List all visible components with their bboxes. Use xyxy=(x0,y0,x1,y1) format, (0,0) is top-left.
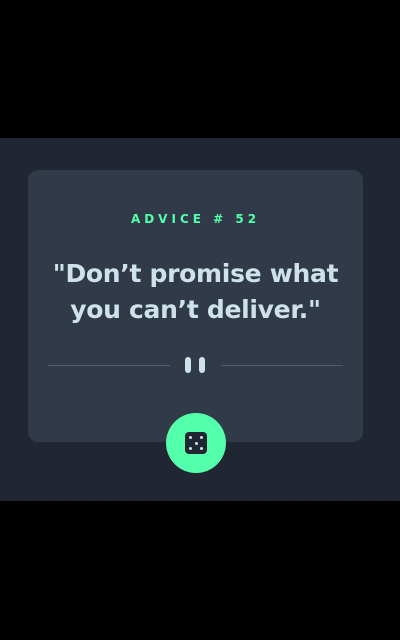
divider-line-left xyxy=(48,365,170,366)
pause-bar-left xyxy=(185,357,191,373)
pause-bar-right xyxy=(199,357,205,373)
advice-card: ADVICE # 52 "Don’t promise what you can’… xyxy=(28,170,363,442)
divider-line-right xyxy=(221,365,343,366)
dice-pip xyxy=(200,447,203,450)
dice-pip xyxy=(194,441,198,445)
dice-pip xyxy=(189,447,192,450)
advice-quote: "Don’t promise what you can’t deliver." xyxy=(52,259,339,324)
app-frame: ADVICE # 52 "Don’t promise what you can’… xyxy=(0,0,400,640)
dice-icon xyxy=(185,432,207,454)
generate-advice-button[interactable] xyxy=(166,413,226,473)
advice-number-label: ADVICE # 52 xyxy=(130,212,261,226)
pause-icon xyxy=(185,357,206,375)
pattern-divider xyxy=(48,355,343,377)
dice-pip xyxy=(200,436,203,439)
dice-pip xyxy=(189,436,192,439)
advice-screen: ADVICE # 52 "Don’t promise what you can’… xyxy=(0,138,400,501)
